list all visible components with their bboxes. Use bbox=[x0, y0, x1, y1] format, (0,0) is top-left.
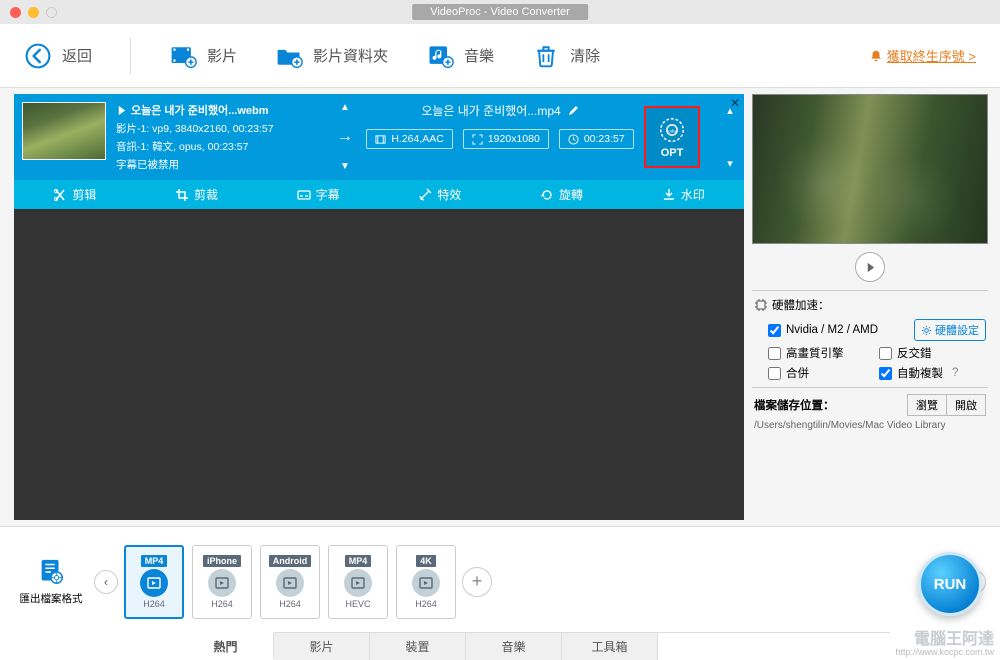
resolution-chip: 1920x1080 bbox=[463, 129, 549, 149]
promo-link[interactable]: 獲取終生序號 > bbox=[869, 46, 976, 65]
source-info: 오늘은 내가 준비했어...webm 影片-1: vp9, 3840x2160,… bbox=[116, 102, 324, 172]
toolbar-separator bbox=[130, 38, 131, 74]
watermark-tool[interactable]: 水印 bbox=[632, 186, 734, 203]
play-icon bbox=[116, 105, 127, 116]
crop-tool[interactable]: 剪裁 bbox=[146, 186, 248, 203]
cut-tool[interactable]: 剪辑 bbox=[24, 186, 126, 203]
side-panel: 硬體加速： Nvidia / M2 / AMD 硬體設定 高畫質引擎 反交錯 合… bbox=[748, 88, 1000, 526]
window-title: VideoProc - Video Converter bbox=[412, 4, 588, 20]
preview-area bbox=[752, 94, 988, 244]
merge-checkbox[interactable]: 合併 bbox=[768, 365, 875, 381]
tab-4[interactable]: 工具箱 bbox=[562, 633, 658, 660]
format-prev-button[interactable]: ‹ bbox=[94, 570, 118, 594]
run-button[interactable]: RUN bbox=[918, 552, 982, 616]
save-location-label: 檔案儲存位置： bbox=[754, 397, 835, 413]
back-icon bbox=[24, 42, 52, 70]
video-thumbnail bbox=[22, 102, 106, 160]
format-card-4k-h264[interactable]: 4KH264 bbox=[396, 545, 456, 619]
video-list-panel: ✕ 오늘은 내가 준비했어...webm 影片-1: vp9, 3840x216… bbox=[14, 94, 744, 520]
edit-tools-row: 剪辑 剪裁 字幕 特效 旋轉 水印 bbox=[14, 180, 744, 209]
clear-button[interactable]: 清除 bbox=[532, 42, 600, 70]
format-icon bbox=[36, 557, 66, 587]
resize-icon bbox=[472, 134, 483, 145]
edit-icon[interactable] bbox=[567, 105, 579, 117]
gpu-checkbox[interactable]: Nvidia / M2 / AMD bbox=[768, 324, 878, 337]
preview-frame bbox=[753, 95, 987, 243]
category-tabs: 熱門影片裝置音樂工具箱 bbox=[178, 632, 890, 660]
main-toolbar: 返回 影片 影片資料夾 音樂 清除 獲取終生序號 > bbox=[0, 24, 1000, 88]
deinterlace-checkbox[interactable]: 反交錯 bbox=[879, 345, 986, 361]
video-add-icon bbox=[169, 42, 197, 70]
autocopy-checkbox[interactable]: 自動複製? bbox=[879, 365, 986, 381]
output-format-header: 匯出檔案格式 bbox=[14, 557, 88, 606]
hw-settings-button[interactable]: 硬體設定 bbox=[914, 319, 986, 341]
add-video-button[interactable]: 影片 bbox=[169, 42, 237, 70]
open-folder-button[interactable]: 開啟 bbox=[946, 394, 986, 416]
tab-0[interactable]: 熱門 bbox=[178, 632, 274, 659]
browse-button[interactable]: 瀏覽 bbox=[907, 394, 946, 416]
clock-icon bbox=[568, 134, 579, 145]
film-icon bbox=[375, 134, 386, 145]
duration-chip: 00:23:57 bbox=[559, 129, 634, 149]
video-item[interactable]: ✕ 오늘은 내가 준비했어...webm 影片-1: vp9, 3840x216… bbox=[14, 94, 744, 209]
trash-icon bbox=[532, 42, 560, 70]
window-minimize-button[interactable] bbox=[28, 7, 39, 18]
format-list: MP4H264iPhoneH264AndroidH264MP4HEVC4KH26… bbox=[124, 545, 456, 619]
help-icon[interactable]: ? bbox=[952, 367, 958, 379]
codec-chip: H.264,AAC bbox=[366, 129, 453, 149]
format-card-mp4-hevc[interactable]: MP4HEVC bbox=[328, 545, 388, 619]
music-add-icon bbox=[426, 42, 454, 70]
folder-add-icon bbox=[275, 42, 303, 70]
item-scroll[interactable]: ▴▾ bbox=[724, 102, 736, 172]
svg-text:codec: codec bbox=[666, 128, 678, 133]
window-maximize-button[interactable] bbox=[46, 7, 57, 18]
tab-3[interactable]: 音樂 bbox=[466, 633, 562, 660]
effect-tool[interactable]: 特效 bbox=[389, 186, 491, 203]
reorder-arrows[interactable]: ▲→▼ bbox=[334, 102, 356, 172]
tab-2[interactable]: 裝置 bbox=[370, 633, 466, 660]
hq-engine-checkbox[interactable]: 高畫質引擎 bbox=[768, 345, 875, 361]
hardware-accel-section: 硬體加速： Nvidia / M2 / AMD 硬體設定 高畫質引擎 反交錯 合… bbox=[752, 290, 988, 387]
format-card-iphone-h264[interactable]: iPhoneH264 bbox=[192, 545, 252, 619]
format-card-android-h264[interactable]: AndroidH264 bbox=[260, 545, 320, 619]
back-button[interactable]: 返回 bbox=[24, 42, 92, 70]
codec-options-button[interactable]: codec OPT bbox=[644, 106, 700, 168]
bottom-panel: 匯出檔案格式 ‹ MP4H264iPhoneH264AndroidH264MP4… bbox=[0, 526, 1000, 660]
tab-1[interactable]: 影片 bbox=[274, 633, 370, 660]
add-format-button[interactable]: + bbox=[462, 567, 492, 597]
remove-item-button[interactable]: ✕ bbox=[730, 96, 740, 110]
format-card-mp4-h264[interactable]: MP4H264 bbox=[124, 545, 184, 619]
add-music-button[interactable]: 音樂 bbox=[426, 42, 494, 70]
bell-icon bbox=[869, 49, 883, 63]
chip-icon bbox=[754, 298, 768, 312]
gear-icon bbox=[921, 325, 932, 336]
rotate-tool[interactable]: 旋轉 bbox=[511, 186, 613, 203]
add-folder-button[interactable]: 影片資料夾 bbox=[275, 42, 388, 70]
save-path: /Users/shengtilin/Movies/Mac Video Libra… bbox=[754, 420, 986, 431]
subtitle-tool[interactable]: 字幕 bbox=[267, 186, 369, 203]
window-close-button[interactable] bbox=[10, 7, 21, 18]
window-titlebar: VideoProc - Video Converter bbox=[0, 0, 1000, 24]
gear-icon: codec bbox=[657, 115, 687, 145]
save-location-section: 檔案儲存位置： 瀏覽 開啟 /Users/shengtilin/Movies/M… bbox=[752, 387, 988, 431]
output-info: 오늘은 내가 준비했어...mp4 H.264,AAC 1920x1080 00… bbox=[366, 102, 634, 172]
play-button[interactable] bbox=[855, 252, 885, 282]
